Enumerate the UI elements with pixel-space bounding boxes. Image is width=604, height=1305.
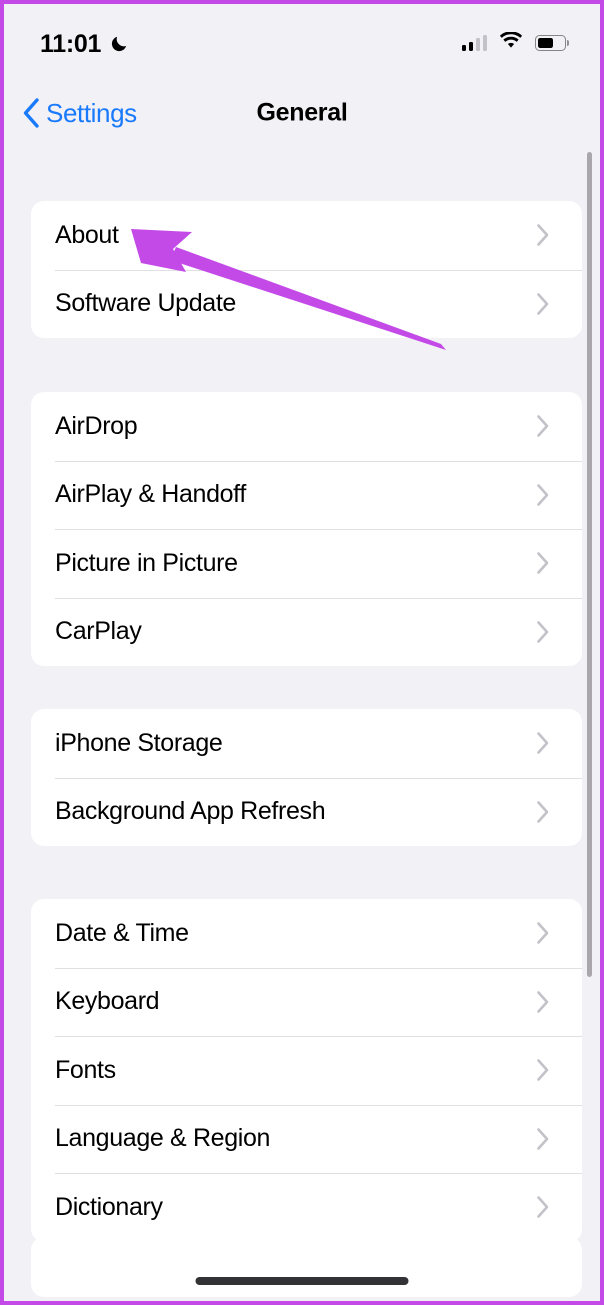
- chevron-right-icon: [537, 990, 549, 1013]
- settings-row-label: Dictionary: [55, 1192, 163, 1221]
- settings-list: About Software Update AirDrop AirPlay & …: [4, 144, 600, 1301]
- chevron-right-icon: [537, 552, 549, 575]
- chevron-right-icon: [537, 1127, 549, 1150]
- settings-row-label: CarPlay: [55, 617, 142, 646]
- chevron-right-icon: [537, 620, 549, 643]
- vertical-scrollbar[interactable]: [587, 152, 592, 977]
- chevron-right-icon: [537, 224, 549, 247]
- chevron-right-icon: [537, 732, 549, 755]
- settings-row-airplay-handoff[interactable]: AirPlay & Handoff: [31, 460, 582, 530]
- chevron-right-icon: [537, 922, 549, 945]
- settings-row-about[interactable]: About: [31, 201, 582, 270]
- settings-row-label: AirDrop: [55, 411, 138, 440]
- crescent-moon-icon: [110, 33, 130, 53]
- status-bar-clock: 11:01: [40, 29, 102, 58]
- settings-row-airdrop[interactable]: AirDrop: [31, 392, 582, 461]
- settings-group-sharing-connectivity: AirDrop AirPlay & Handoff Picture in Pic…: [31, 392, 582, 666]
- settings-row-label: Keyboard: [55, 987, 160, 1016]
- settings-row-language-region[interactable]: Language & Region: [31, 1104, 582, 1174]
- settings-row-label: Date & Time: [55, 918, 189, 947]
- settings-row-fonts[interactable]: Fonts: [31, 1036, 582, 1105]
- chevron-right-icon: [537, 415, 549, 438]
- battery-tip: [566, 40, 569, 46]
- chevron-right-icon: [537, 1196, 549, 1219]
- settings-row-label: AirPlay & Handoff: [55, 480, 246, 509]
- status-bar-left: 11:01: [40, 30, 130, 57]
- phone-screenshot-frame: 11:01 Settings General About Software Up…: [0, 0, 604, 1305]
- battery-fill-level: [537, 37, 553, 49]
- settings-row-dictionary[interactable]: Dictionary: [31, 1173, 582, 1242]
- status-bar: 11:01: [4, 4, 600, 82]
- settings-group-locale-input: Date & Time Keyboard Fonts Language & Re…: [31, 899, 582, 1242]
- battery-icon: [535, 35, 569, 51]
- navigation-bar: Settings General: [4, 82, 600, 144]
- home-indicator[interactable]: [195, 1277, 409, 1285]
- settings-row-background-app-refresh[interactable]: Background App Refresh: [31, 777, 582, 847]
- settings-group-storage-background: iPhone Storage Background App Refresh: [31, 709, 582, 846]
- chevron-right-icon: [537, 800, 549, 823]
- status-bar-right: [461, 31, 569, 54]
- chevron-right-icon: [537, 483, 549, 506]
- chevron-right-icon: [537, 1059, 549, 1082]
- settings-row-iphone-storage[interactable]: iPhone Storage: [31, 709, 582, 778]
- settings-row-carplay[interactable]: CarPlay: [31, 597, 582, 667]
- settings-row-label: About: [55, 220, 119, 249]
- settings-row-label: Picture in Picture: [55, 548, 238, 577]
- settings-row-software-update[interactable]: Software Update: [31, 269, 582, 339]
- wifi-icon: [499, 31, 523, 54]
- settings-row-label: Software Update: [55, 289, 236, 318]
- settings-row-date-time[interactable]: Date & Time: [31, 899, 582, 968]
- settings-group-system-info: About Software Update: [31, 201, 582, 338]
- settings-row-label: Language & Region: [55, 1124, 271, 1153]
- page-title: General: [256, 98, 348, 127]
- settings-row-label: Background App Refresh: [55, 797, 326, 826]
- settings-row-label: Fonts: [55, 1055, 116, 1084]
- settings-row-keyboard[interactable]: Keyboard: [31, 967, 582, 1037]
- cellular-signal-icon: [461, 35, 487, 51]
- settings-row-picture-in-picture[interactable]: Picture in Picture: [31, 529, 582, 598]
- settings-row-label: iPhone Storage: [55, 728, 223, 757]
- chevron-right-icon: [537, 292, 549, 315]
- settings-group-partial-next: [31, 1237, 582, 1297]
